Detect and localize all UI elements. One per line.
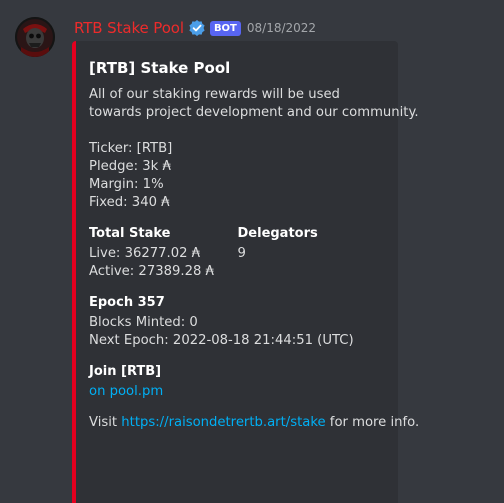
message-timestamp: 08/18/2022 [246,21,317,35]
field-epoch: Epoch 357 Blocks Minted: 0 Next Epoch: 2… [89,294,386,350]
delegators-count: 9 [237,246,246,261]
field-delegators: Delegators 9 [238,225,387,281]
author-name[interactable]: RTB Stake Pool [74,19,184,37]
pool-fixed-fee: Fixed: 340 ₳ [89,195,170,210]
description-line: towards project development and our comm… [89,105,419,120]
footer-suffix: for more info. [325,415,420,430]
stake-website-link[interactable]: https://raisondetrertb.art/stake [121,415,325,430]
field-name: Delegators [237,226,318,241]
embed-footer-text: Visit https://raisondetrertb.art/stake f… [89,414,419,432]
field-total-stake: Total Stake Live: 36277.02 ₳ Active: 273… [89,225,238,281]
field-join: Join [RTB] on pool.pm [89,363,386,401]
chat-message: RTB Stake Pool BOT 08/18/2022 [RTB] Stak… [0,0,504,503]
field-name: Join [RTB] [89,364,162,379]
embed-card: [RTB] Stake Pool All of our staking rewa… [72,41,419,503]
pool-ticker: Ticker: [RTB] [89,141,173,156]
avatar[interactable] [15,17,55,57]
active-stake: Active: 27389.28 ₳ [89,264,214,279]
description-line: All of our staking rewards will be used [89,87,340,102]
message-header: RTB Stake Pool BOT 08/18/2022 [74,18,316,38]
blocks-minted: Blocks Minted: 0 [89,315,198,330]
live-stake: Live: 36277.02 ₳ [89,246,201,261]
field-name: Epoch 357 [89,295,165,310]
embed-fields-row: Total Stake Live: 36277.02 ₳ Active: 273… [89,225,386,281]
verified-badge-icon [188,19,206,37]
next-epoch: Next Epoch: 2022-08-18 21:44:51 (UTC) [89,333,354,348]
pool-pm-link[interactable]: on pool.pm [89,384,163,399]
pool-margin: Margin: 1% [89,177,164,192]
pool-pledge: Pledge: 3k ₳ [89,159,171,174]
field-name: Total Stake [89,226,171,241]
bot-tag: BOT [209,20,241,36]
skull-avatar-icon [15,17,55,57]
embed-title: [RTB] Stake Pool [89,59,231,77]
footer-prefix: Visit [89,415,122,430]
embed-description: All of our staking rewards will be used … [89,86,419,212]
